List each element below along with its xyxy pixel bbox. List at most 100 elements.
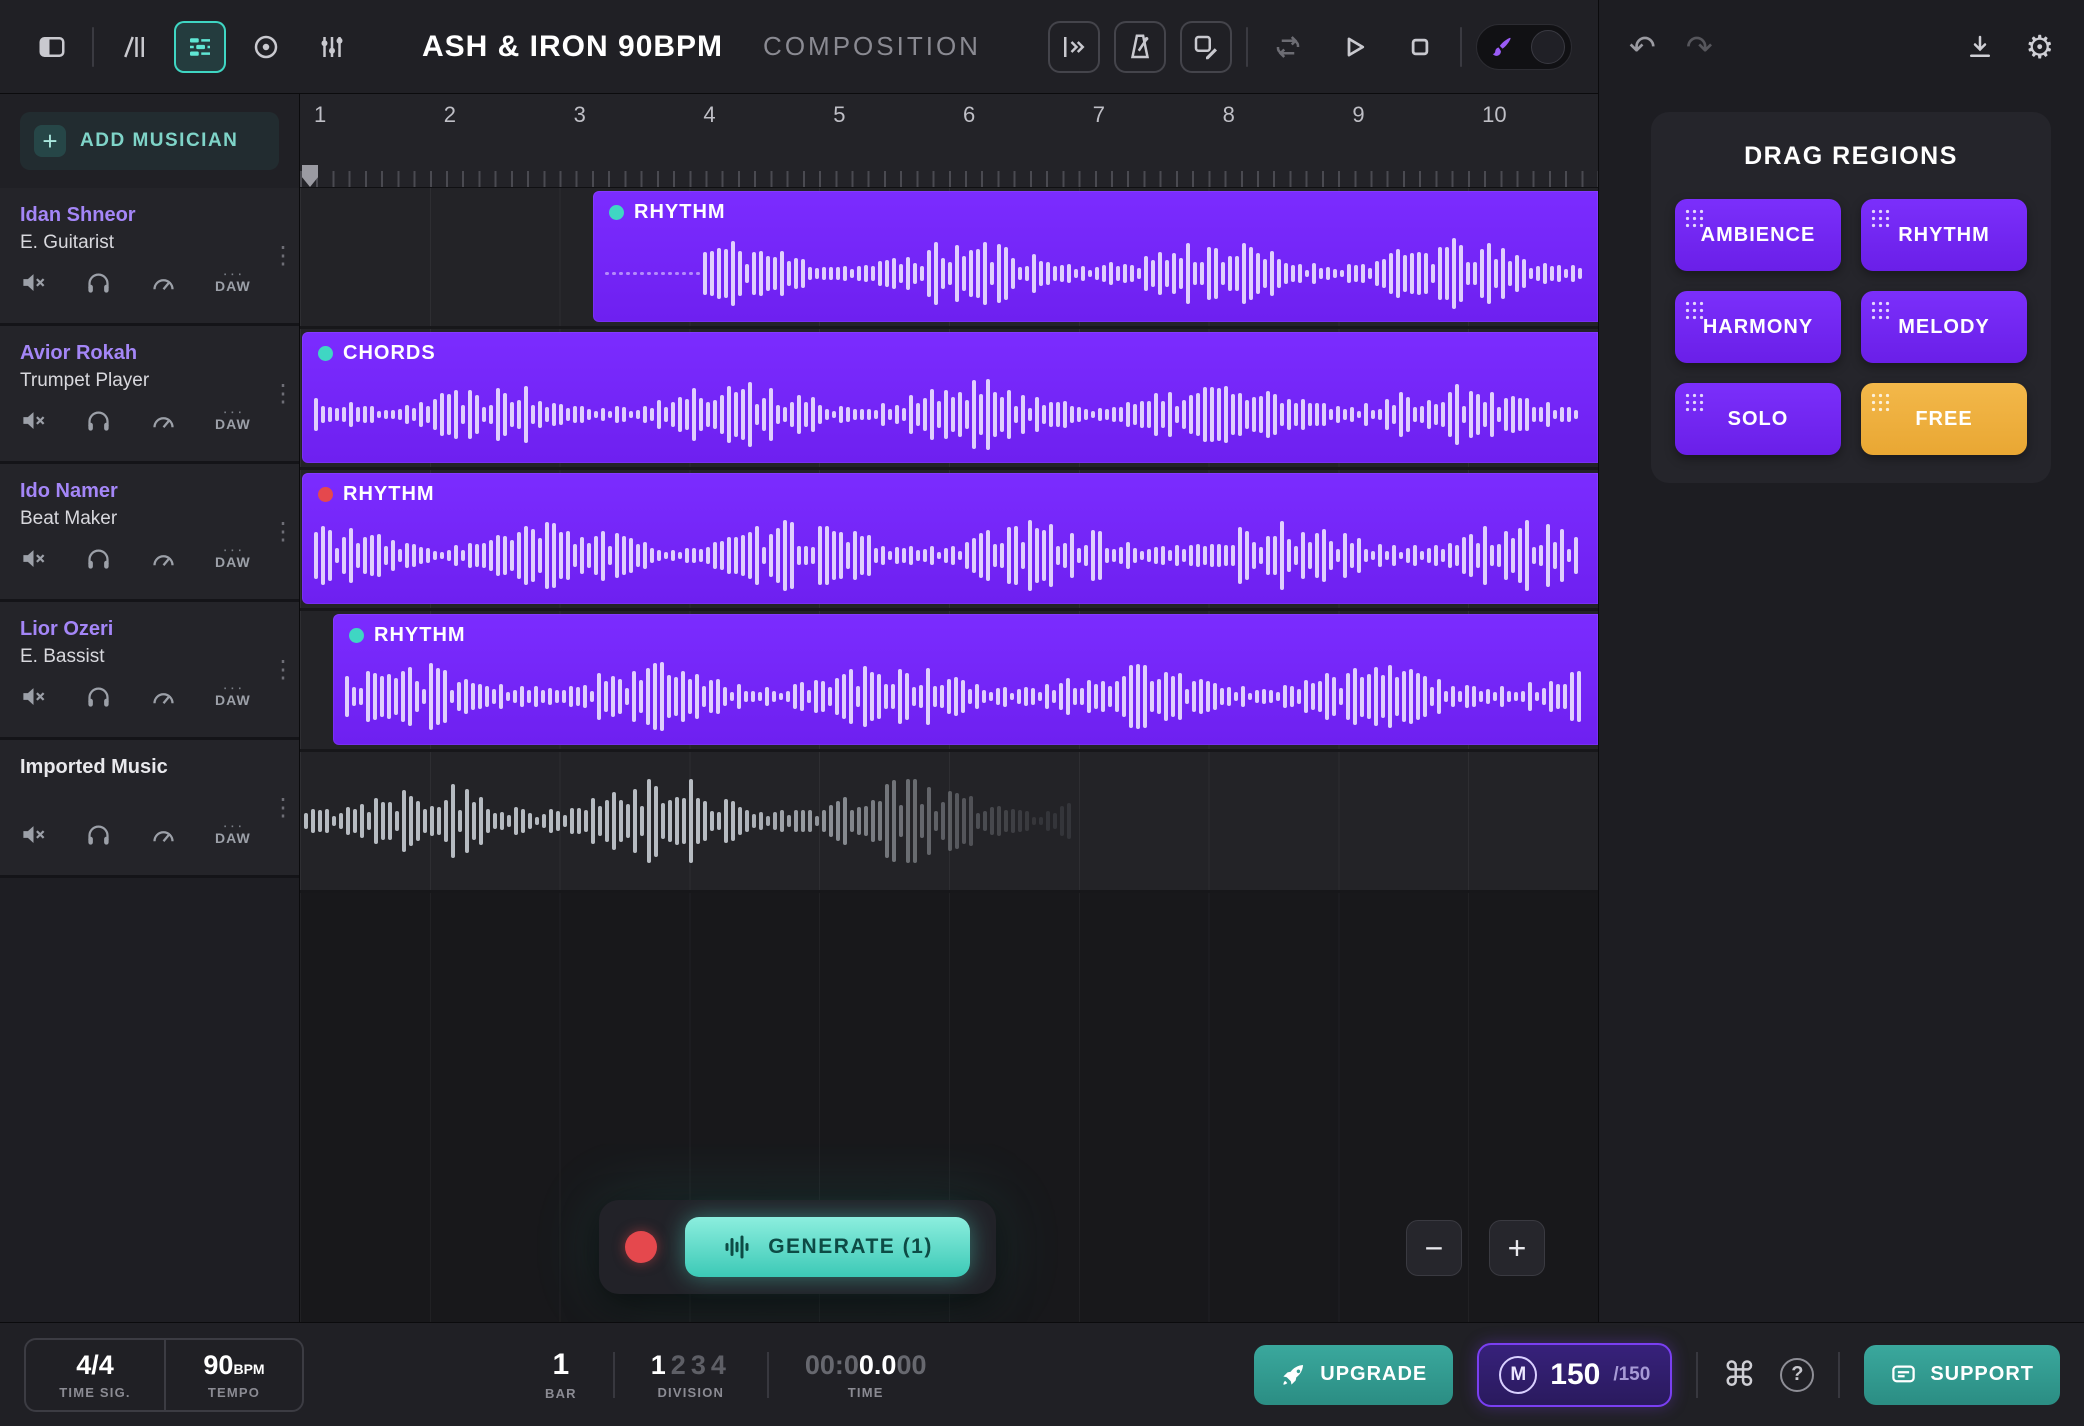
- musician-card[interactable]: Ido Namer Beat Maker DAW ⋮: [0, 464, 299, 602]
- solo-headphones-icon[interactable]: [85, 683, 112, 710]
- musician-name: Lior Ozeri: [20, 618, 279, 641]
- generate-bar: GENERATE (1): [599, 1200, 996, 1294]
- audio-region-rhythm[interactable]: RHYTHM: [593, 191, 1598, 322]
- musician-name: Idan Shneor: [20, 204, 279, 227]
- download-icon[interactable]: [1965, 32, 1995, 62]
- top-bar: ASH & IRON 90BPM COMPOSITION: [0, 0, 1598, 94]
- tempo-label: TEMPO: [208, 1385, 260, 1400]
- mixer-settings-icon[interactable]: [306, 21, 358, 73]
- audio-region-rhythm[interactable]: RHYTHM: [302, 473, 1598, 604]
- gauge-icon[interactable]: [150, 407, 177, 434]
- bar-label: BAR: [545, 1386, 577, 1401]
- quantize-edit-icon[interactable]: [1180, 21, 1232, 73]
- divider: [92, 27, 94, 67]
- bar-ruler[interactable]: 12345678910: [300, 94, 1598, 188]
- gauge-icon[interactable]: [150, 545, 177, 572]
- drag-region-free[interactable]: FREE: [1861, 383, 2027, 455]
- loop-playback-icon[interactable]: [1262, 21, 1314, 73]
- drag-region-melody[interactable]: MELODY: [1861, 291, 2027, 363]
- midi-routing-icon[interactable]: [1048, 21, 1100, 73]
- mute-icon[interactable]: [20, 683, 47, 710]
- undo-icon[interactable]: ↶: [1629, 31, 1656, 63]
- credits-pill[interactable]: M 150 /150: [1477, 1343, 1672, 1407]
- composition-label: COMPOSITION: [763, 31, 981, 62]
- musician-name: Avior Rokah: [20, 342, 279, 365]
- sidebar-toggle-icon[interactable]: [26, 21, 78, 73]
- daw-export-icon[interactable]: DAW: [215, 272, 251, 294]
- play-button[interactable]: [1328, 21, 1380, 73]
- upgrade-button[interactable]: UPGRADE: [1254, 1345, 1453, 1405]
- stop-button[interactable]: [1394, 21, 1446, 73]
- daw-export-icon[interactable]: DAW: [215, 686, 251, 708]
- toggle-knob: [1531, 30, 1565, 64]
- bar-value: 1: [553, 1348, 570, 1382]
- piano-roll-view-icon[interactable]: [108, 21, 160, 73]
- help-icon[interactable]: ?: [1780, 1358, 1814, 1392]
- musician-controls: DAW: [20, 821, 279, 848]
- daw-export-icon[interactable]: DAW: [215, 410, 251, 432]
- daw-export-icon[interactable]: DAW: [215, 548, 251, 570]
- gauge-icon[interactable]: [150, 821, 177, 848]
- paint-mode-toggle[interactable]: [1476, 24, 1572, 70]
- drag-regions-title: DRAG REGIONS: [1675, 142, 2027, 171]
- m-badge: M: [1499, 1356, 1537, 1394]
- time-signature-control[interactable]: 4/4 TIME SIG.: [26, 1340, 164, 1410]
- solo-headphones-icon[interactable]: [85, 545, 112, 572]
- mute-icon[interactable]: [20, 407, 47, 434]
- mute-icon[interactable]: [20, 821, 47, 848]
- mute-icon[interactable]: [20, 545, 47, 572]
- audio-region-rhythm[interactable]: RHYTHM: [333, 614, 1598, 745]
- drag-region-solo[interactable]: SOLO: [1675, 383, 1841, 455]
- musician-controls: DAW: [20, 683, 279, 710]
- record-button[interactable]: [625, 1231, 657, 1263]
- division-value: 1234: [651, 1350, 731, 1381]
- zoom-out-button[interactable]: −: [1406, 1220, 1462, 1276]
- solo-headphones-icon[interactable]: [85, 821, 112, 848]
- arrangement-view-icon[interactable]: [174, 21, 226, 73]
- daw-export-icon[interactable]: DAW: [215, 824, 251, 846]
- redo-icon[interactable]: ↷: [1686, 31, 1713, 63]
- loop-circle-icon[interactable]: [240, 21, 292, 73]
- bar-readout: 1 BAR: [545, 1348, 577, 1401]
- musician-controls: DAW: [20, 269, 279, 296]
- musician-role: E. Bassist: [20, 646, 279, 669]
- drag-handle-icon[interactable]: ⋮: [271, 241, 295, 270]
- region-label: RHYTHM: [318, 483, 435, 506]
- musician-card[interactable]: Idan Shneor E. Guitarist DAW ⋮: [0, 188, 299, 326]
- generate-button[interactable]: GENERATE (1): [685, 1217, 970, 1277]
- musician-card[interactable]: Avior Rokah Trumpet Player DAW ⋮: [0, 326, 299, 464]
- imported-waveform[interactable]: [304, 776, 1076, 866]
- region-status-dot: [349, 628, 364, 643]
- support-button[interactable]: SUPPORT: [1864, 1345, 2060, 1405]
- drag-handle-icon[interactable]: ⋮: [271, 379, 295, 408]
- gauge-icon[interactable]: [150, 683, 177, 710]
- solo-headphones-icon[interactable]: [85, 269, 112, 296]
- mute-icon[interactable]: [20, 269, 47, 296]
- metronome-icon[interactable]: [1114, 21, 1166, 73]
- settings-gear-icon[interactable]: ⚙: [2025, 31, 2054, 63]
- drag-handle-icon[interactable]: ⋮: [271, 517, 295, 546]
- footer-actions: UPGRADE M 150 /150 ⌘ ? SUPPORT: [1254, 1343, 2060, 1407]
- zoom-in-button[interactable]: +: [1489, 1220, 1545, 1276]
- region-status-dot: [318, 487, 333, 502]
- imported-music-card[interactable]: Imported Music DAW ⋮: [0, 740, 299, 878]
- musician-card[interactable]: Lior Ozeri E. Bassist DAW ⋮: [0, 602, 299, 740]
- time-value: 00:00.000: [805, 1350, 927, 1381]
- audio-region-chords[interactable]: CHORDS: [302, 332, 1598, 463]
- drag-handle-icon[interactable]: ⋮: [271, 793, 295, 822]
- rocket-icon: [1280, 1361, 1307, 1388]
- tempo-control[interactable]: 90BPM TEMPO: [164, 1340, 302, 1410]
- add-musician-button[interactable]: + ADD MUSICIAN: [20, 112, 279, 170]
- shortcuts-icon[interactable]: ⌘: [1722, 1355, 1756, 1395]
- drag-region-harmony[interactable]: HARMONY: [1675, 291, 1841, 363]
- gauge-icon[interactable]: [150, 269, 177, 296]
- divider: [767, 1352, 769, 1398]
- drag-region-ambience[interactable]: AMBIENCE: [1675, 199, 1841, 271]
- regions-panel: ↶ ↷ ⚙ DRAG REGIONS AMBIENCE RHYTHM HARMO…: [1598, 0, 2084, 1322]
- time-readout: 00:00.000 TIME: [805, 1350, 927, 1400]
- solo-headphones-icon[interactable]: [85, 407, 112, 434]
- drag-region-rhythm[interactable]: RHYTHM: [1861, 199, 2027, 271]
- musician-role: Trumpet Player: [20, 370, 279, 393]
- add-musician-label: ADD MUSICIAN: [80, 130, 238, 152]
- drag-handle-icon[interactable]: ⋮: [271, 655, 295, 684]
